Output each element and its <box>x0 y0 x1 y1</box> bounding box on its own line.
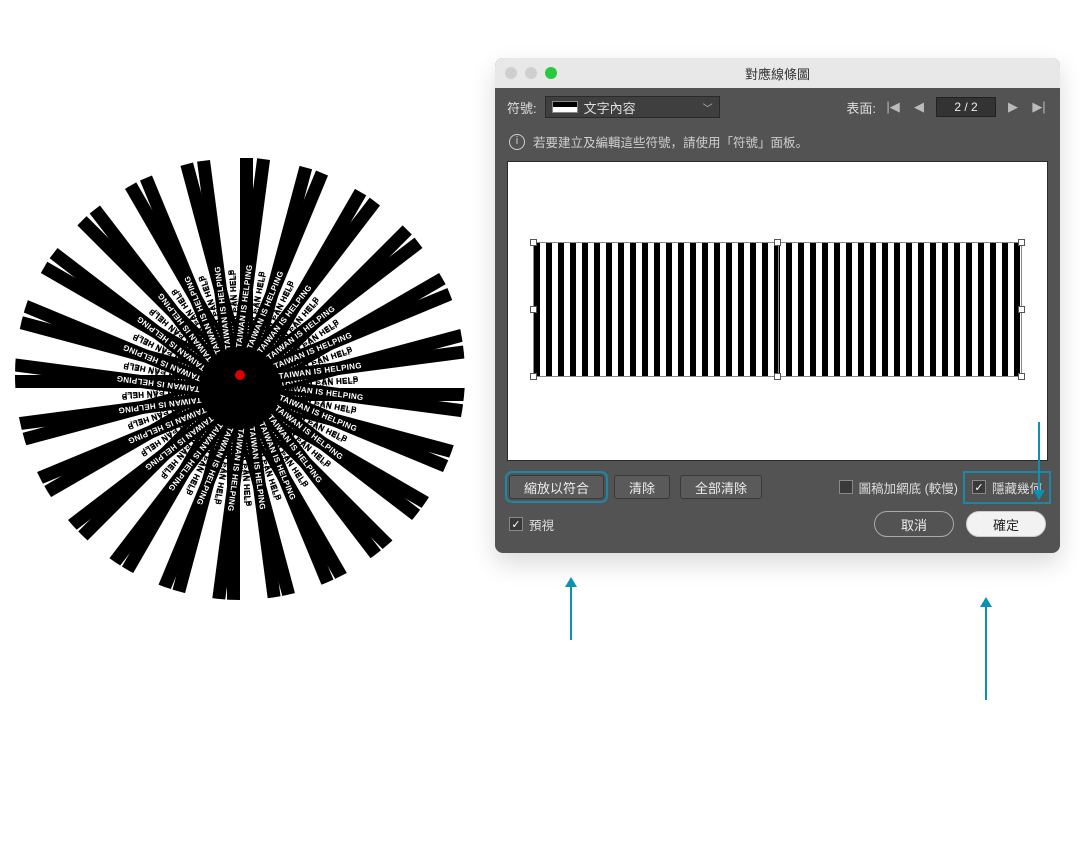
annotation-arrow <box>1038 422 1040 492</box>
dialog-footer: 預視 取消 確定 <box>495 511 1060 553</box>
symbol-value: 文字內容 <box>584 98 636 117</box>
symbol-label: 符號: <box>507 98 537 117</box>
close-icon[interactable] <box>505 67 517 79</box>
minimize-icon[interactable] <box>525 67 537 79</box>
hide-geometry-checkbox[interactable]: 隱藏幾何 <box>972 478 1042 497</box>
dialog-titlebar[interactable]: 對應線條圖 <box>495 58 1060 88</box>
artwork-center <box>235 370 245 380</box>
preview-pattern <box>533 242 1022 377</box>
hint-text: 若要建立及編輯這些符號，請使用「符號」面板。 <box>533 132 808 151</box>
preview-label: 預視 <box>529 515 554 534</box>
checkbox-icon <box>972 480 986 494</box>
last-surface-button[interactable]: ▶| <box>1030 98 1048 116</box>
preview-area[interactable] <box>507 161 1048 461</box>
ok-button[interactable]: 確定 <box>966 511 1046 537</box>
clear-button[interactable]: 清除 <box>614 475 670 499</box>
window-controls <box>505 67 557 79</box>
chevron-down-icon: ﹀ <box>703 100 713 115</box>
preview-checkbox[interactable]: 預視 <box>509 515 554 534</box>
info-icon: i <box>509 134 525 150</box>
checkbox-icon <box>509 517 523 531</box>
surface-label: 表面: <box>846 98 876 117</box>
dialog-title: 對應線條圖 <box>495 64 1060 83</box>
scale-to-fit-button[interactable]: 縮放以符合 <box>509 475 604 499</box>
dialog-toolbar: 符號: 文字內容 ﹀ 表面: |◀ ◀ 2 / 2 ▶ ▶| <box>495 88 1060 126</box>
shade-label: 圖稿加網底 (較慢) <box>859 478 958 497</box>
first-surface-button[interactable]: |◀ <box>884 98 902 116</box>
annotation-arrow <box>570 585 572 640</box>
annotation-arrow <box>985 605 987 700</box>
canvas-artwork: TAIWAN CAN HELPTAIWAN IS HELPINGTAIWAN I… <box>15 150 465 600</box>
clear-all-button[interactable]: 全部清除 <box>680 475 762 499</box>
prev-surface-button[interactable]: ◀ <box>910 98 928 116</box>
checkbox-icon <box>839 480 853 494</box>
symbol-swatch-icon <box>552 101 578 113</box>
zoom-icon[interactable] <box>545 67 557 79</box>
next-surface-button[interactable]: ▶ <box>1004 98 1022 116</box>
surface-page-field[interactable]: 2 / 2 <box>936 97 996 117</box>
shade-checkbox[interactable]: 圖稿加網底 (較慢) <box>839 478 958 497</box>
symbol-select[interactable]: 文字內容 ﹀ <box>545 96 720 118</box>
action-button-row: 縮放以符合 清除 全部清除 圖稿加網底 (較慢) 隱藏幾何 <box>495 475 1060 511</box>
cancel-button[interactable]: 取消 <box>874 511 954 537</box>
hint-row: i 若要建立及編輯這些符號，請使用「符號」面板。 <box>495 126 1060 161</box>
map-art-dialog: 對應線條圖 符號: 文字內容 ﹀ 表面: |◀ ◀ 2 / 2 ▶ ▶| i 若… <box>495 58 1060 553</box>
